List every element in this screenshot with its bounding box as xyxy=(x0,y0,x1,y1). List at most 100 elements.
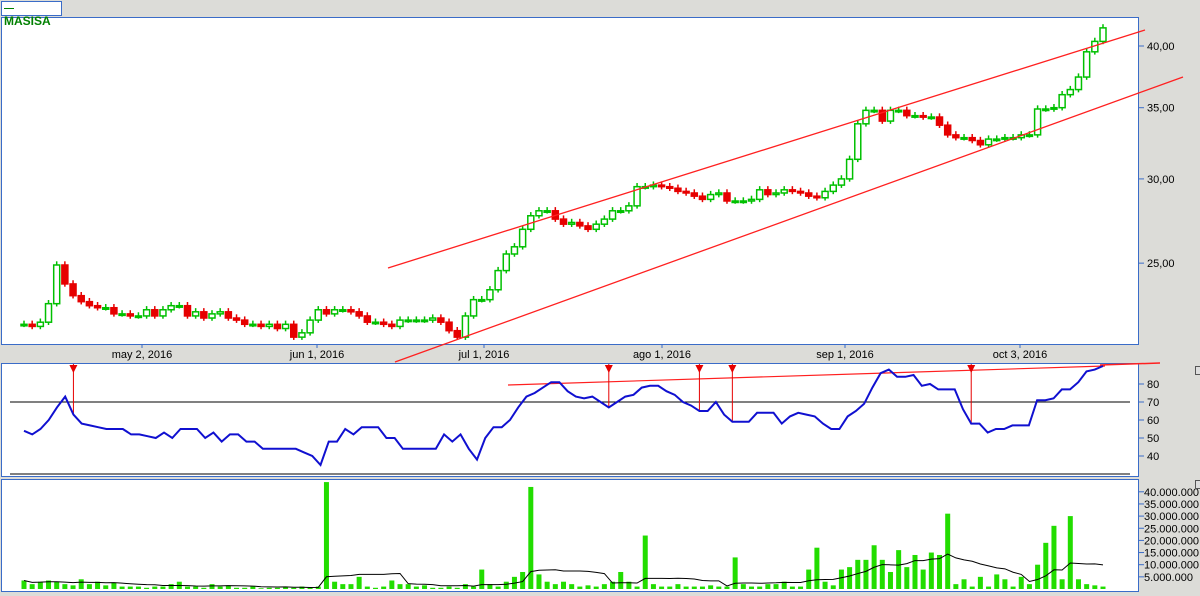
candle-down xyxy=(77,294,85,303)
volume-bar xyxy=(904,567,910,589)
candle-down xyxy=(110,306,118,315)
volume-bar xyxy=(708,585,714,589)
volume-bar xyxy=(977,576,983,589)
candle-up xyxy=(281,323,290,330)
volume-bar xyxy=(618,571,624,589)
candle-down xyxy=(976,139,985,146)
candle-up xyxy=(739,200,748,204)
candle-down xyxy=(200,311,208,319)
candle-up xyxy=(175,304,184,308)
candle-up xyxy=(608,210,617,220)
candle-up xyxy=(1058,93,1066,109)
candle-down xyxy=(355,311,363,317)
candle-up xyxy=(134,315,143,319)
candle-down xyxy=(666,185,674,189)
candle-down xyxy=(363,315,372,323)
candle-down xyxy=(576,221,584,227)
candle-up xyxy=(167,304,175,311)
candle-up xyxy=(486,289,494,301)
price-tick-label: 35,00 xyxy=(1147,103,1175,115)
volume-bar xyxy=(234,587,240,589)
candle-up xyxy=(927,116,936,120)
legend-label: MASISA xyxy=(4,14,51,28)
candle-up xyxy=(216,311,224,315)
volume-bar xyxy=(209,584,215,589)
volume-bar xyxy=(1100,586,1106,589)
volume-bar xyxy=(749,586,755,589)
volume-bar xyxy=(1018,576,1024,589)
volume-bar xyxy=(593,586,599,589)
sell-signal-arrow-icon xyxy=(728,365,737,373)
volume-bar xyxy=(1067,516,1073,589)
volume-bar xyxy=(340,584,346,589)
candle-down xyxy=(788,189,797,193)
volume-bar xyxy=(667,586,673,589)
sell-signal-arrow-icon xyxy=(967,365,976,373)
candle-down xyxy=(584,225,592,231)
candle-up xyxy=(265,323,273,328)
candle-down xyxy=(952,134,960,139)
volume-bar xyxy=(397,584,403,589)
candle-down xyxy=(559,218,568,225)
price-tick-label: 30,00 xyxy=(1147,174,1175,186)
candle-up xyxy=(502,253,511,272)
sell-signal-arrow-icon xyxy=(604,365,613,373)
candle-up xyxy=(960,136,968,140)
volume-bar xyxy=(806,569,812,589)
volume-bar xyxy=(773,584,779,589)
candle-down xyxy=(347,309,355,313)
volume-bar xyxy=(1059,579,1065,589)
date-tick-label: ago 1, 2016 xyxy=(633,349,691,361)
series-line-icon xyxy=(4,8,14,10)
volume-bar xyxy=(520,571,526,589)
candle-up xyxy=(20,323,28,327)
candle-up xyxy=(625,205,633,212)
candle-up xyxy=(118,313,126,317)
candle-up xyxy=(159,309,167,317)
volume-bar xyxy=(111,582,117,589)
rsi-panel-button[interactable] xyxy=(1195,366,1200,375)
volume-bar xyxy=(1075,579,1081,589)
candle-up xyxy=(543,210,551,214)
candle-up xyxy=(894,109,903,113)
price-tick-label: 25,00 xyxy=(1147,258,1175,270)
volume-bar xyxy=(184,586,190,589)
volume-bar xyxy=(405,584,411,589)
volume-bar xyxy=(740,584,746,589)
volume-bar xyxy=(413,586,419,589)
volume-bar xyxy=(847,567,853,589)
candle-up xyxy=(478,298,486,302)
candle-down xyxy=(813,195,821,199)
candle-down xyxy=(698,195,707,201)
volume-bar xyxy=(830,585,836,589)
volume-bar xyxy=(699,586,705,589)
candle-down xyxy=(93,304,102,309)
candle-down xyxy=(257,323,265,328)
volume-bar xyxy=(1010,586,1016,589)
candle-up xyxy=(845,158,854,180)
candle-up xyxy=(101,306,110,310)
volume-bar xyxy=(1002,579,1008,589)
candle-up xyxy=(371,321,380,325)
volume-bar xyxy=(503,581,509,589)
candle-up xyxy=(404,319,412,323)
candle-up xyxy=(1050,106,1058,110)
volume-bar xyxy=(152,586,158,589)
rsi-trendline-ext xyxy=(1099,362,1161,366)
candle-up xyxy=(314,309,323,321)
candle-up xyxy=(616,210,625,214)
volume-bar xyxy=(798,586,804,589)
volume-bar xyxy=(544,581,550,589)
volume-bar xyxy=(920,569,926,589)
volume-bar xyxy=(691,586,697,589)
volume-bar xyxy=(536,574,542,589)
volume-bar xyxy=(887,571,893,589)
chart-canvas: 40,00 35,00 30,00 25,00 may 2, 2016 jun 1, 20… xyxy=(10,24,1199,589)
rsi-tick-label: 50 xyxy=(1147,433,1159,445)
volume-bar xyxy=(454,587,460,589)
volume-bars xyxy=(21,482,1106,589)
candle-up xyxy=(1082,51,1091,78)
candle-up xyxy=(142,309,151,317)
volume-bar xyxy=(634,586,640,589)
volume-panel-button[interactable] xyxy=(1195,480,1200,489)
